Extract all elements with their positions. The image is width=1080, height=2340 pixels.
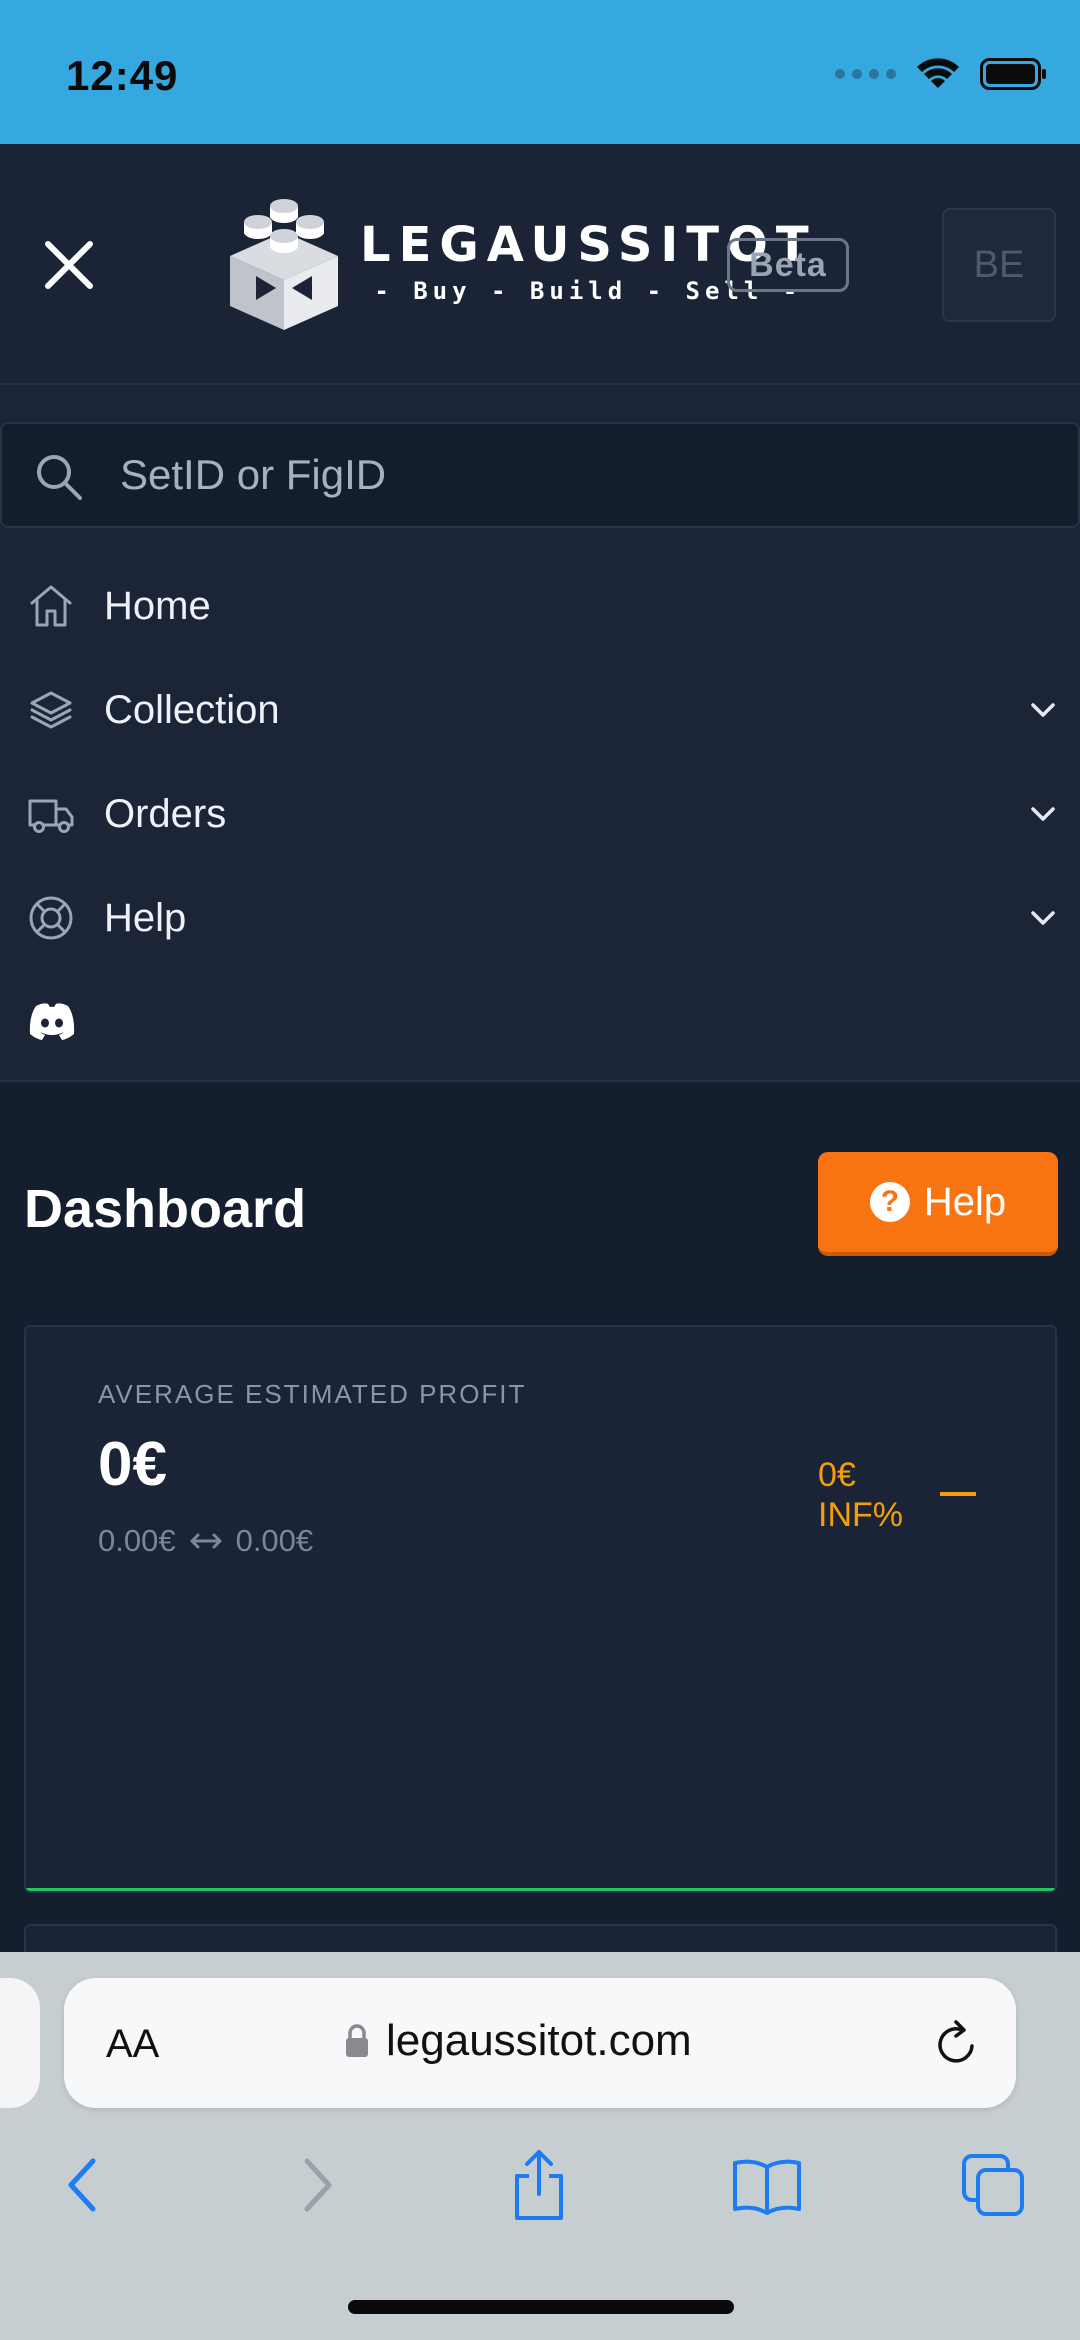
trend-line — [26, 1888, 1055, 1891]
back-button[interactable] — [38, 2140, 128, 2230]
cellular-signal-icon — [835, 69, 896, 79]
browser-bottom-bar: AA legaussitot.com — [0, 1952, 1080, 2340]
trend-neutral-icon — [940, 1492, 976, 1496]
nav-label-home: Home — [104, 583, 211, 628]
card-value: 0€ — [98, 1430, 167, 1499]
arrows-left-right-icon — [190, 1533, 222, 1549]
nav-item-home[interactable]: Home — [0, 554, 1080, 658]
close-icon[interactable] — [38, 234, 100, 296]
layers-icon — [30, 691, 72, 729]
tabs-button[interactable] — [948, 2140, 1038, 2230]
reader-settings-button[interactable]: AA — [106, 2022, 159, 2067]
chevron-right-icon — [304, 2158, 332, 2212]
home-icon — [30, 585, 72, 627]
share-icon — [515, 2150, 563, 2220]
card-change: 0€ INF% — [818, 1455, 903, 1535]
profit-card: AVERAGE ESTIMATED PROFIT 0€ 0.00€ 0.00€ … — [24, 1325, 1057, 1893]
nav-label-help: Help — [104, 895, 187, 940]
chevron-down-icon[interactable] — [1030, 910, 1056, 926]
book-icon — [733, 2159, 801, 2215]
wifi-icon — [917, 58, 959, 88]
nav-label-orders: Orders — [104, 791, 227, 836]
lifebuoy-icon — [29, 896, 73, 940]
battery-icon — [980, 58, 1046, 90]
page-title: Dashboard — [24, 1179, 307, 1239]
lock-icon — [346, 2024, 368, 2057]
app-header: LEGAUSSITOT - Buy - Build - Sell - Beta … — [0, 144, 1080, 385]
range-to: 0.00€ — [235, 1523, 314, 1558]
bookmarks-button[interactable] — [722, 2140, 812, 2230]
status-bar: 12:49 — [0, 0, 1080, 144]
change-percent: INF% — [818, 1496, 903, 1534]
help-button[interactable]: ? Help — [818, 1152, 1058, 1256]
status-icons — [835, 58, 1048, 90]
nav-item-collection[interactable]: Collection — [0, 658, 1080, 762]
nav-item-orders[interactable]: Orders — [0, 762, 1080, 866]
brick-logo-icon — [230, 199, 338, 330]
main-nav: Home Collection Orders Help — [0, 554, 1080, 970]
card-label: AVERAGE ESTIMATED PROFIT — [98, 1379, 527, 1409]
nav-item-help[interactable]: Help — [0, 866, 1080, 970]
tabs-icon — [962, 2154, 1024, 2216]
search-box[interactable] — [0, 422, 1080, 528]
chevron-down-icon[interactable] — [1030, 702, 1056, 718]
nav-label-collection: Collection — [104, 687, 280, 732]
chevron-left-icon — [68, 2158, 96, 2212]
search-icon — [37, 455, 82, 500]
status-time: 12:49 — [66, 52, 179, 99]
range-from: 0.00€ — [98, 1523, 176, 1558]
address-bar[interactable]: AA legaussitot.com — [64, 1978, 1016, 2108]
search-input[interactable] — [120, 424, 1020, 526]
question-circle-icon: ? — [869, 1182, 910, 1222]
browser-toolbar — [0, 2140, 1080, 2250]
reload-icon[interactable] — [932, 2018, 980, 2068]
previous-tab-preview[interactable] — [0, 1978, 40, 2108]
chevron-down-icon[interactable] — [1030, 806, 1056, 822]
discord-icon[interactable] — [24, 994, 80, 1050]
change-amount: 0€ — [818, 1456, 856, 1494]
url-text: legaussitot.com — [386, 2016, 692, 2065]
card-range: 0.00€ 0.00€ — [98, 1523, 313, 1559]
help-button-label: Help — [923, 1179, 1007, 1224]
truck-icon — [28, 799, 74, 833]
forward-button[interactable] — [272, 2140, 362, 2230]
main-content: Dashboard ? Help AVERAGE ESTIMATED PROFI… — [0, 1082, 1080, 1984]
home-indicator — [348, 2300, 734, 2314]
share-button[interactable] — [494, 2140, 584, 2230]
language-button[interactable]: BE — [942, 208, 1056, 322]
beta-badge: Beta — [727, 238, 849, 292]
